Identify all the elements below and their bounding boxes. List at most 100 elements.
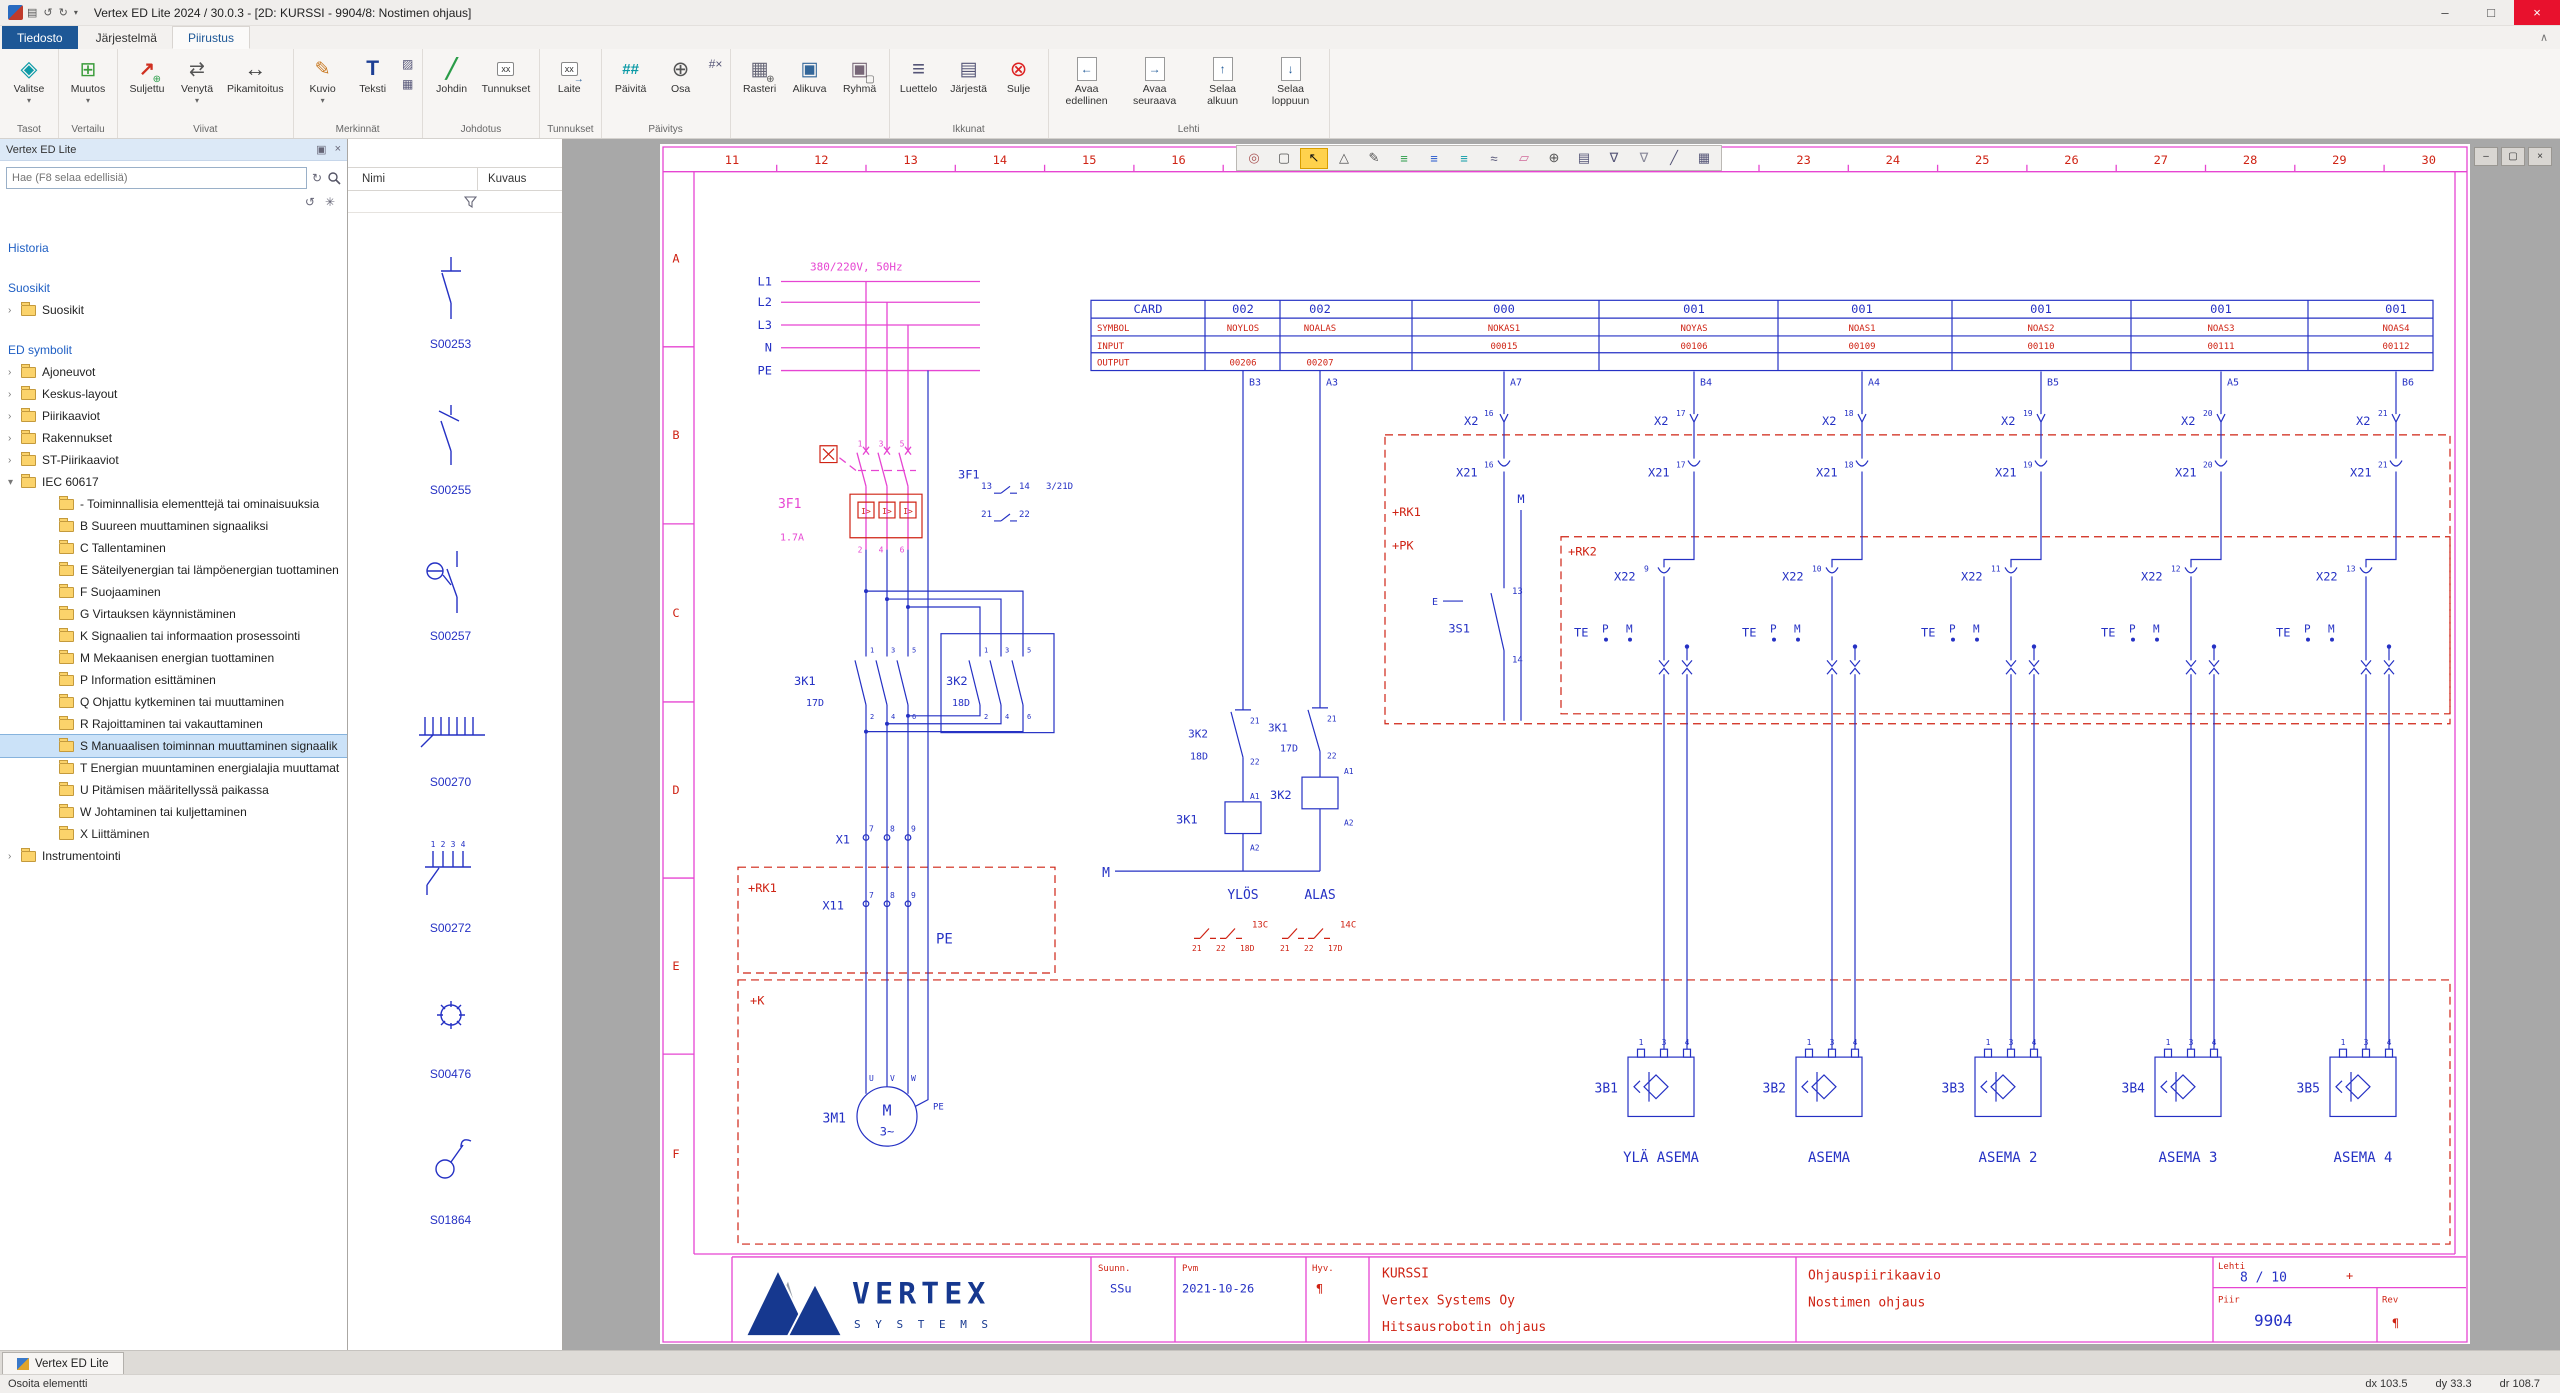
teksti-button[interactable]: T Teksti bbox=[349, 52, 397, 99]
osa-button[interactable]: ⊕ Osa bbox=[657, 52, 705, 99]
search-input[interactable] bbox=[6, 167, 307, 189]
symbol-item-s00270[interactable]: S00270 bbox=[348, 651, 553, 797]
sidebar-folder-piirikaaviot[interactable]: › Piirikaaviot bbox=[0, 405, 347, 427]
mdi-minimize-button[interactable]: – bbox=[2474, 147, 2498, 166]
sidebar-folder-ajoneuvot[interactable]: › Ajoneuvot bbox=[0, 361, 347, 383]
chevron-right-icon[interactable]: › bbox=[8, 851, 21, 862]
qat-dropdown-icon[interactable]: ▾ bbox=[74, 8, 78, 17]
filter-icon[interactable]: ∇ bbox=[1630, 148, 1658, 169]
symbol-item-s00476[interactable]: S00476 bbox=[348, 943, 553, 1089]
column-header-name[interactable]: Nimi bbox=[348, 168, 478, 190]
cursor-icon[interactable]: ↖ bbox=[1300, 147, 1328, 169]
laite-button[interactable]: xx → Laite bbox=[545, 52, 593, 99]
valitse-button[interactable]: ◈ Valitse ▾ bbox=[5, 52, 53, 108]
app-icon[interactable] bbox=[8, 5, 23, 20]
j-rjest-button[interactable]: ▤ Järjestä bbox=[945, 52, 993, 99]
renumber-small-icon[interactable]: #× bbox=[707, 56, 725, 72]
symbol-item-s00255[interactable]: S00255 bbox=[348, 359, 553, 505]
sidebar-folder-suosikit[interactable]: › Suosikit bbox=[0, 299, 347, 321]
redo-icon[interactable]: ↻ bbox=[59, 6, 68, 19]
drawing-sheet[interactable]: CARD 002 002 000 001 001 001 001 001 SYMBOL NOYLOS… bbox=[660, 144, 2470, 1344]
dropdown-arrow-icon[interactable]: ▾ bbox=[195, 96, 199, 105]
close-button[interactable]: × bbox=[2514, 0, 2560, 25]
selaa-alkuun-button[interactable]: ↑ Selaa alkuun bbox=[1190, 52, 1256, 111]
drawing-area[interactable]: CARD 002 002 000 001 001 001 001 001 SYMBOL NOYLOS… bbox=[563, 139, 2560, 1350]
avaa-edellinen-button[interactable]: ← Avaa edellinen bbox=[1054, 52, 1120, 111]
tunnukset-button[interactable]: xx Tunnukset bbox=[478, 52, 535, 99]
pikamitoitus-button[interactable]: ↔ Pikamitoitus bbox=[223, 52, 288, 99]
panel-icon[interactable]: ▤ bbox=[1570, 148, 1598, 169]
symbol-item-s00253[interactable]: S00253 bbox=[348, 213, 553, 359]
marquee-select-icon[interactable]: ▢ bbox=[1270, 148, 1298, 169]
luettelo-button[interactable]: ≡ Luettelo bbox=[895, 52, 943, 99]
minimize-button[interactable]: – bbox=[2422, 0, 2468, 25]
refresh-icon[interactable]: ↻ bbox=[312, 171, 322, 185]
settings-gear-icon[interactable]: ✳ bbox=[325, 195, 335, 209]
ribbon-tab-j-rjestelm[interactable]: Järjestelmä bbox=[81, 26, 172, 49]
symbol-item-s01864[interactable]: S01864 bbox=[348, 1089, 553, 1235]
sidebar-folder-toiminnallisia-elementtej-tai-ominaisuuksia[interactable]: - Toiminnallisia elementtejä tai ominais… bbox=[0, 493, 347, 515]
mdi-close-button[interactable]: × bbox=[2528, 147, 2552, 166]
ribbon-tab-piirustus[interactable]: Piirustus bbox=[171, 26, 250, 49]
sidebar-folder-st-piirikaaviot[interactable]: › ST-Piirikaaviot bbox=[0, 449, 347, 471]
sulje-button[interactable]: ⊗ Sulje bbox=[995, 52, 1043, 99]
sidebar-folder-f-suojaaminen[interactable]: F Suojaaminen bbox=[0, 581, 347, 603]
layers-blue-icon[interactable]: ≡ bbox=[1420, 148, 1448, 169]
chevron-right-icon[interactable]: › bbox=[8, 433, 21, 444]
symbol-item-s00272[interactable]: 1 2 3 4 S00272 bbox=[348, 797, 553, 943]
sidebar-section-historia[interactable]: Historia bbox=[0, 237, 347, 259]
sidebar-folder-x-liitt-minen[interactable]: X Liittäminen bbox=[0, 823, 347, 845]
sidebar-folder-t-energian-muuntaminen-energialajia-muuttamat[interactable]: T Energian muuntaminen energialajia muut… bbox=[0, 757, 347, 779]
sidebar-folder-c-tallentaminen[interactable]: C Tallentaminen bbox=[0, 537, 347, 559]
mdi-restore-button[interactable]: ▢ bbox=[2501, 147, 2525, 166]
hatch-small-icon[interactable]: ▨ bbox=[399, 56, 417, 72]
sidebar-folder-q-ohjattu-kytkeminen-tai-muuttaminen[interactable]: Q Ohjattu kytkeminen tai muuttaminen bbox=[0, 691, 347, 713]
selaa-loppuun-button[interactable]: ↓ Selaa loppuun bbox=[1258, 52, 1324, 111]
sidebar-folder-r-rajoittaminen-tai-vakauttaminen[interactable]: R Rajoittaminen tai vakauttaminen bbox=[0, 713, 347, 735]
dock-icon[interactable]: ▣ bbox=[316, 143, 326, 156]
p-ivit-button[interactable]: ## Päivitä bbox=[607, 52, 655, 99]
sidebar-folder-k-signaalien-tai-informaation-prosessointi[interactable]: K Signaalien tai informaation prosessoin… bbox=[0, 625, 347, 647]
search-icon[interactable] bbox=[327, 171, 341, 185]
schematic-canvas[interactable]: CARD 002 002 000 001 001 001 001 001 SYMBOL NOYLOS… bbox=[660, 144, 2470, 1344]
panel-close-icon[interactable]: × bbox=[335, 143, 341, 156]
layers-green-icon[interactable]: ≡ bbox=[1390, 148, 1418, 169]
dropdown-arrow-icon[interactable]: ▾ bbox=[86, 96, 90, 105]
ribbon-tab-tiedosto[interactable]: Tiedosto bbox=[2, 26, 78, 49]
save-icon[interactable]: ▤ bbox=[27, 6, 37, 19]
filter-funnel-icon[interactable] bbox=[464, 195, 477, 208]
muutos-button[interactable]: ⊞ Muutos ▾ bbox=[64, 52, 112, 108]
table-small-icon[interactable]: ▦ bbox=[399, 76, 417, 92]
symbol-item-s00257[interactable]: S00257 bbox=[348, 505, 553, 651]
alikuva-button[interactable]: ▣ Alikuva bbox=[786, 52, 834, 99]
panel-tab-vertex-ed-lite[interactable]: Vertex ED Lite bbox=[2, 1352, 124, 1374]
chevron-right-icon[interactable]: › bbox=[8, 389, 21, 400]
chevron-right-icon[interactable]: › bbox=[8, 367, 21, 378]
erase-icon[interactable]: ▱ bbox=[1510, 148, 1538, 169]
draw-icon[interactable]: ✎ bbox=[1360, 148, 1388, 169]
sidebar-folder-instrumentointi[interactable]: › Instrumentointi bbox=[0, 845, 347, 867]
diagonal-line-icon[interactable]: ╱ bbox=[1660, 148, 1688, 169]
sidebar-folder-iec-60617[interactable]: ▾ IEC 60617 bbox=[0, 471, 347, 493]
pin-icon[interactable]: ◎ bbox=[1240, 148, 1268, 169]
zoom-icon[interactable]: ⊕ bbox=[1540, 148, 1568, 169]
sidebar-folder-b-suureen-muuttaminen-signaaliksi[interactable]: B Suureen muuttaminen signaaliksi bbox=[0, 515, 347, 537]
dropdown-arrow-icon[interactable]: ▾ bbox=[321, 96, 325, 105]
chevron-right-icon[interactable]: › bbox=[8, 305, 21, 316]
undo-icon[interactable]: ↺ bbox=[43, 6, 52, 19]
wave-icon[interactable]: ≈ bbox=[1480, 148, 1508, 169]
ryhm-button[interactable]: ▣ ▢ Ryhmä bbox=[836, 52, 884, 99]
sidebar-folder-u-pit-misen-m-ritellyss-paikassa[interactable]: U Pitämisen määritellyssä paikassa bbox=[0, 779, 347, 801]
sidebar-folder-m-mekaanisen-energian-tuottaminen[interactable]: M Mekaanisen energian tuottaminen bbox=[0, 647, 347, 669]
sidebar-section-ed-symbolit[interactable]: ED symbolit bbox=[0, 339, 347, 361]
sync-icon[interactable]: ↺ bbox=[305, 195, 315, 209]
sidebar-folder-e-s-teilyenergian-tai-l-mp-energian-tuottaminen[interactable]: E Säteilyenergian tai lämpöenergian tuot… bbox=[0, 559, 347, 581]
chevron-right-icon[interactable]: › bbox=[8, 455, 21, 466]
column-header-description[interactable]: Kuvaus bbox=[478, 173, 526, 185]
maximize-button[interactable]: □ bbox=[2468, 0, 2514, 25]
johdin-button[interactable]: ╱ Johdin bbox=[428, 52, 476, 99]
sidebar-folder-p-information-esitt-minen[interactable]: P Information esittäminen bbox=[0, 669, 347, 691]
suljettu-button[interactable]: ↗ ⊕ Suljettu bbox=[123, 52, 171, 99]
sidebar-folder-s-manuaalisen-toiminnan-muuttaminen-signaalik[interactable]: S Manuaalisen toiminnan muuttaminen sign… bbox=[0, 734, 347, 758]
kuvio-button[interactable]: ✎ Kuvio ▾ bbox=[299, 52, 347, 108]
